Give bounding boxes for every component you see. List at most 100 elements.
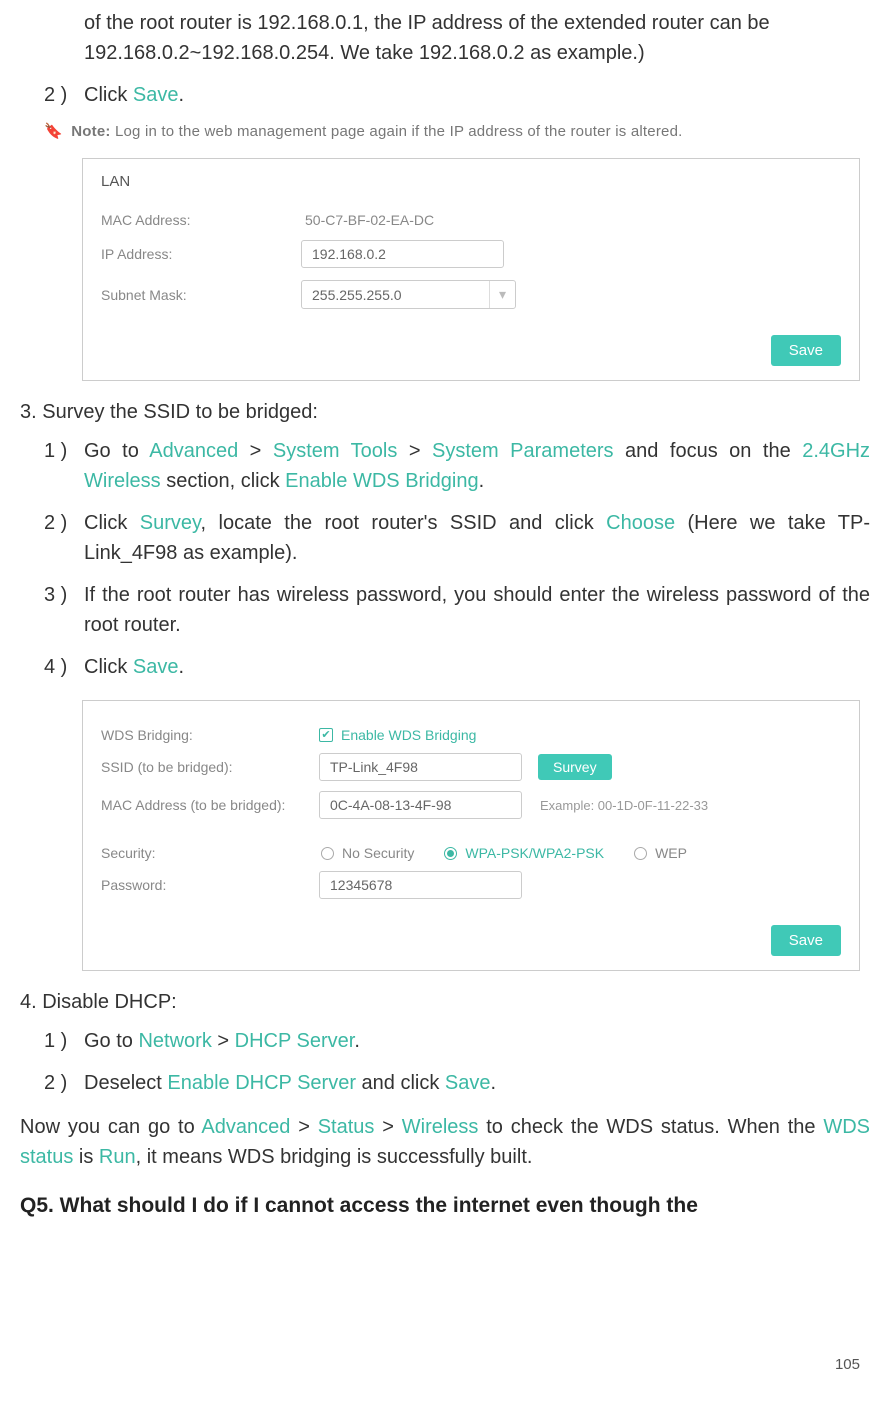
ssid-label: SSID (to be bridged): [101, 759, 319, 775]
text: Click [84, 512, 140, 534]
step-body: Click Save. [84, 80, 870, 110]
ui-term: Network [138, 1030, 211, 1052]
ui-term: Enable DHCP Server [167, 1072, 356, 1094]
section-3-heading: 3. Survey the SSID to be bridged: [20, 401, 870, 424]
text: section, click [161, 470, 285, 492]
security-label: Security: [101, 845, 319, 861]
ip-address-input[interactable] [301, 240, 504, 268]
subnet-mask-select[interactable]: 255.255.255.0 ▾ [301, 280, 516, 309]
radio-label: No Security [342, 845, 414, 861]
security-radio-group: No Security WPA-PSK/WPA2-PSK WEP [321, 845, 687, 861]
s3-step-4: 4 ) Click Save. [44, 652, 870, 682]
ui-term: System Parameters [432, 440, 614, 462]
text: Go to [84, 1030, 138, 1052]
section-4-heading: 4. Disable DHCP: [20, 991, 870, 1014]
radio-label: WPA-PSK/WPA2-PSK [465, 845, 604, 861]
mac-bridge-input[interactable] [319, 791, 522, 819]
flag-icon: 🔖 [44, 123, 63, 140]
step-body: If the root router has wireless password… [84, 580, 870, 640]
ui-term: Advanced [201, 1116, 290, 1138]
wds-bridging-label: WDS Bridging: [101, 727, 319, 743]
mac-bridge-label: MAC Address (to be bridged): [101, 797, 319, 813]
s3-step-2: 2 ) Click Survey, locate the root router… [44, 508, 870, 568]
text: is [73, 1146, 99, 1168]
ui-term: Save [445, 1072, 491, 1094]
step-number: 4 ) [44, 652, 84, 682]
ui-term: Survey [140, 512, 201, 534]
text: . [178, 84, 184, 106]
text: > [397, 440, 432, 462]
ui-term: Status [318, 1116, 375, 1138]
mac-value: 50-C7-BF-02-EA-DC [301, 212, 434, 228]
ssid-input[interactable] [319, 753, 522, 781]
ui-term: Enable WDS Bridging [285, 470, 478, 492]
ui-term: Advanced [149, 440, 238, 462]
note-line: 🔖 Note: Log in to the web management pag… [44, 122, 870, 140]
step-number: 2 ) [44, 80, 84, 110]
page-number: 105 [835, 1356, 860, 1373]
text: > [238, 440, 273, 462]
text: . [479, 470, 485, 492]
chevron-down-icon: ▾ [489, 281, 515, 308]
password-input[interactable] [319, 871, 522, 899]
q5-heading: Q5. What should I do if I cannot access … [20, 1194, 870, 1218]
select-value: 255.255.255.0 [302, 282, 489, 308]
ui-term: Wireless [402, 1116, 479, 1138]
checkbox-label: Enable WDS Bridging [341, 727, 476, 743]
text: and click [356, 1072, 445, 1094]
text: . [491, 1072, 497, 1094]
step-2-top: 2 ) Click Save. [44, 80, 870, 110]
text: Click [84, 656, 133, 678]
wds-bridging-panel: WDS Bridging: ✔ Enable WDS Bridging SSID… [82, 700, 860, 971]
ui-term: Save [133, 656, 179, 678]
text: and focus on the [614, 440, 803, 462]
wds-save-button[interactable]: Save [771, 925, 841, 956]
text: Deselect [84, 1072, 167, 1094]
s3-step-1: 1 ) Go to Advanced > System Tools > Syst… [44, 436, 870, 496]
note-text: Log in to the web management page again … [111, 123, 683, 140]
subnet-label: Subnet Mask: [101, 287, 301, 303]
radio-label: WEP [655, 845, 687, 861]
s3-step-3: 3 ) If the root router has wireless pass… [44, 580, 870, 640]
ui-term: Choose [606, 512, 675, 534]
step-body: Deselect Enable DHCP Server and click Sa… [84, 1068, 870, 1098]
step-number: 2 ) [44, 1068, 84, 1098]
step-number: 1 ) [44, 436, 84, 496]
mac-example: Example: 00-1D-0F-11-22-33 [540, 798, 708, 813]
radio-icon [321, 847, 334, 860]
text: Click [84, 84, 133, 106]
survey-button[interactable]: Survey [538, 754, 612, 780]
step-number: 2 ) [44, 508, 84, 568]
step-body: Click Survey, locate the root router's S… [84, 508, 870, 568]
text: Now you can go to [20, 1116, 201, 1138]
checkbox-icon: ✔ [319, 728, 333, 742]
ip-label: IP Address: [101, 246, 301, 262]
text: > [290, 1116, 317, 1138]
security-wep[interactable]: WEP [634, 845, 687, 861]
s4-step-2: 2 ) Deselect Enable DHCP Server and clic… [44, 1068, 870, 1098]
security-wpa[interactable]: WPA-PSK/WPA2-PSK [444, 845, 604, 861]
step-body: Go to Advanced > System Tools > System P… [84, 436, 870, 496]
enable-wds-checkbox[interactable]: ✔ Enable WDS Bridging [319, 727, 476, 743]
text: , locate the root router's SSID and clic… [201, 512, 607, 534]
s4-step-1: 1 ) Go to Network > DHCP Server. [44, 1026, 870, 1056]
ui-term: Save [133, 84, 179, 106]
text: > [374, 1116, 401, 1138]
panel-title: LAN [101, 169, 841, 200]
security-no-security[interactable]: No Security [321, 845, 414, 861]
text: , it means WDS bridging is successfully … [136, 1146, 533, 1168]
password-label: Password: [101, 877, 319, 893]
ui-term: Run [99, 1146, 136, 1168]
closing-paragraph: Now you can go to Advanced > Status > Wi… [20, 1112, 870, 1172]
lan-settings-panel: LAN MAC Address: 50-C7-BF-02-EA-DC IP Ad… [82, 158, 860, 381]
radio-icon [444, 847, 457, 860]
text: to check the WDS status. When the [478, 1116, 823, 1138]
lan-save-button[interactable]: Save [771, 335, 841, 366]
text: . [178, 656, 184, 678]
note-label: Note: [71, 123, 110, 140]
text: Go to [84, 440, 149, 462]
text: > [212, 1030, 235, 1052]
ui-term: System Tools [273, 440, 398, 462]
continued-paragraph: of the root router is 192.168.0.1, the I… [84, 0, 870, 68]
step-number: 1 ) [44, 1026, 84, 1056]
